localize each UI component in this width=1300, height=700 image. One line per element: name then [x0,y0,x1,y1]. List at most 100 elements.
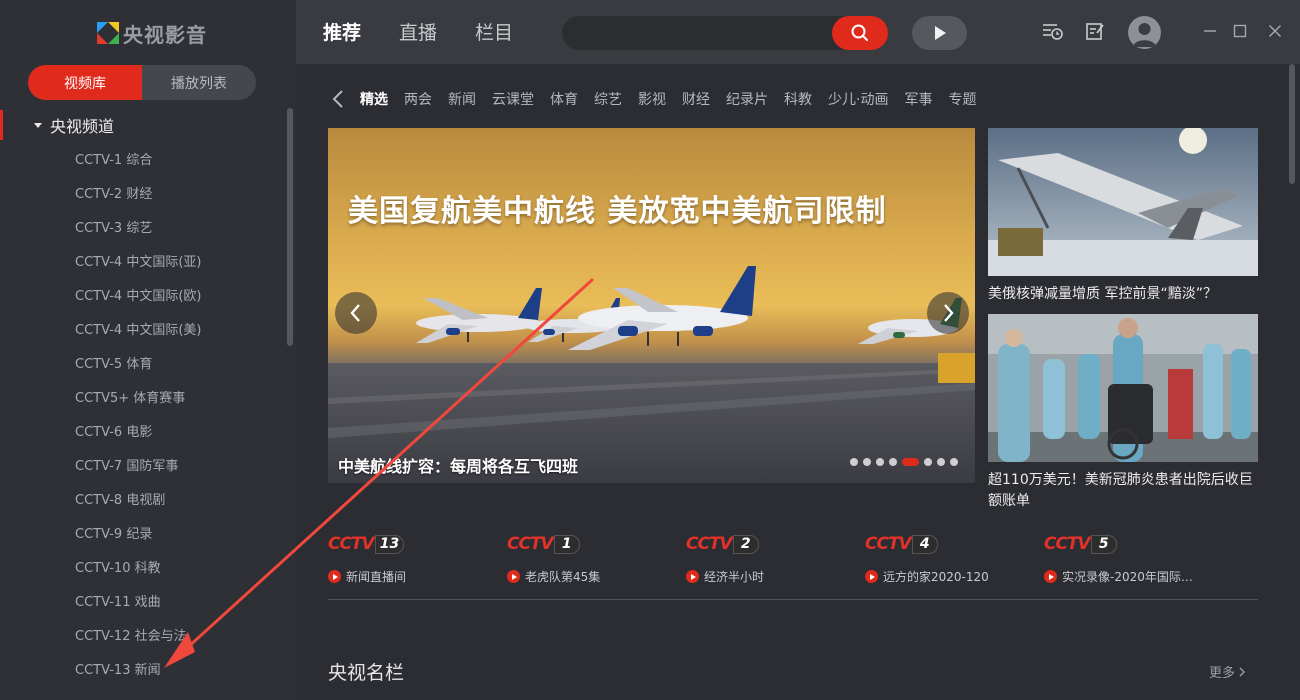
category-tab[interactable]: 新闻 [448,89,476,109]
category-tab[interactable]: 综艺 [594,89,622,109]
carousel-dot[interactable] [863,458,871,466]
channel-group-header[interactable]: 央视频道 [0,110,286,140]
nav-programs[interactable]: 栏目 [475,18,513,45]
category-tab[interactable]: 精选 [360,89,388,109]
main-scrollbar[interactable] [1289,64,1295,184]
minimize-button[interactable] [1199,20,1221,42]
sidebar-channel-item[interactable]: CCTV-5 体育 [0,345,286,379]
user-avatar[interactable] [1128,16,1161,49]
play-circle-icon [1044,570,1057,583]
sidebar-scrollbar[interactable] [287,108,293,346]
cctv-logo-text: CCTV [507,534,554,554]
chevron-left-icon [332,90,343,108]
logo-text: 央视影音 [123,22,207,47]
category-tab[interactable]: 云课堂 [492,89,534,109]
search-box [562,16,888,50]
feedback-button[interactable] [1084,20,1106,42]
sidebar-channel-item[interactable]: CCTV-11 戏曲 [0,583,286,617]
tab-playlist[interactable]: 播放列表 [142,65,256,100]
nav-live[interactable]: 直播 [399,18,437,45]
category-tab[interactable]: 财经 [682,89,710,109]
chevron-left-icon [350,304,360,322]
airplanes-illustration [328,266,975,438]
category-tab[interactable]: 两会 [404,89,432,109]
live-channel-card[interactable]: CCTV 2 经济半小时 [686,534,865,585]
history-button[interactable] [1042,20,1064,42]
app-window: 央视影音 视频库 播放列表 央视频道 CCTV-1 综合 CCTV-2 财经 CCT… [0,0,1300,700]
play-circle-icon [328,570,341,583]
cctv-logo: CCTV 2 [686,534,865,554]
history-icon [1043,24,1063,40]
carousel-dot[interactable] [950,458,958,466]
carousel-dot[interactable] [924,458,932,466]
category-tab[interactable]: 科教 [784,89,812,109]
sidebar-channel-item[interactable]: CCTV-8 电视剧 [0,481,286,515]
close-icon [1269,25,1281,37]
channel-number: 13 [374,534,405,554]
play-circle-icon [507,570,520,583]
sidebar-channel-item[interactable]: CCTV-4 中文国际(欧) [0,277,286,311]
cctv-logo: CCTV 1 [507,534,686,554]
cctv-logo: CCTV 4 [865,534,1044,554]
category-tab[interactable]: 纪录片 [726,89,768,109]
channel-number: 4 [911,534,938,554]
sidebar-channel-item[interactable]: CCTV-12 社会与法 [0,617,286,651]
cctv-logo-text: CCTV [686,534,733,554]
play-button[interactable] [912,16,967,50]
category-tab[interactable]: 专题 [948,89,976,109]
sidebar-channel-item[interactable]: CCTV-4 中文国际(亚) [0,243,286,277]
live-channel-card[interactable]: CCTV 1 老虎队第45集 [507,534,686,585]
carousel-dot[interactable] [889,458,897,466]
sidebar-channel-item[interactable]: CCTV-10 科教 [0,549,286,583]
now-playing: 远方的家2020-120 [865,568,1044,585]
maximize-button[interactable] [1229,20,1251,42]
hero-carousel[interactable]: 美国复航美中航线 美放宽中美航司限制 中美航线扩容：每周将各互飞四班 [328,128,975,483]
carousel-dot[interactable] [937,458,945,466]
carousel-dot[interactable] [902,458,919,466]
main-content: 精选 两会 新闻 云课堂 体育 综艺 影视 财经 纪录片 科教 少儿·动画 军事 专题 [296,64,1300,700]
caret-down-icon [34,122,42,128]
hero-prev-button[interactable] [335,292,377,334]
hero-next-button[interactable] [927,292,969,334]
live-channel-card[interactable]: CCTV 13 新闻直播间 [328,534,507,585]
main-nav: 推荐 直播 栏目 [323,18,551,45]
nav-recommend[interactable]: 推荐 [323,18,361,45]
search-input[interactable] [576,22,826,44]
search-button[interactable] [832,16,888,50]
sidebar-channel-item[interactable]: CCTV-4 中文国际(美) [0,311,286,345]
sidebar-channel-item[interactable]: CCTV5+ 体育赛事 [0,379,286,413]
news-card-covid[interactable]: 超110万美元！美新冠肺炎患者出院后收巨额账单 [988,314,1258,512]
user-icon [1133,23,1156,47]
close-button[interactable] [1264,20,1286,42]
category-tab[interactable]: 影视 [638,89,666,109]
sidebar-channel-item[interactable]: CCTV-1 综合 [0,141,286,175]
sidebar-channel-item[interactable]: CCTV-6 电影 [0,413,286,447]
carousel-dot[interactable] [876,458,884,466]
carousel-dot[interactable] [850,458,858,466]
sidebar-channel-item[interactable]: CCTV-3 综艺 [0,209,286,243]
search-icon [851,24,868,41]
sidebar-channel-item[interactable]: CCTV-7 国防军事 [0,447,286,481]
active-indicator [0,110,3,140]
play-circle-icon [686,570,699,583]
program-title: 实况录像-2020年国际… [1062,570,1193,584]
category-prev-button[interactable] [330,89,348,109]
tab-video-library[interactable]: 视频库 [28,65,142,100]
sidebar-channel-item[interactable]: CCTV-9 纪录 [0,515,286,549]
edit-icon [1086,23,1104,40]
play-icon [934,26,946,40]
now-playing: 实况录像-2020年国际… [1044,568,1223,585]
hero-overlay-title: 美国复航美中航线 美放宽中美航司限制 [348,194,887,229]
news-card-nuclear[interactable]: 美俄核弹减量增质 军控前景“黯淡”？ [988,128,1258,305]
logo-icon [97,22,119,44]
category-tab[interactable]: 体育 [550,89,578,109]
category-tab[interactable]: 军事 [904,89,932,109]
sidebar-channel-item[interactable]: CCTV-2 财经 [0,175,286,209]
live-channel-card[interactable]: CCTV 5 实况录像-2020年国际… [1044,534,1223,585]
more-link[interactable]: 更多 [1209,662,1246,681]
program-title: 远方的家2020-120 [883,570,989,584]
cctv-logo-text: CCTV [1044,534,1091,554]
sidebar-channel-item[interactable]: CCTV-13 新闻 [0,651,286,685]
category-tab[interactable]: 少儿·动画 [828,89,888,109]
live-channel-card[interactable]: CCTV 4 远方的家2020-120 [865,534,1044,585]
